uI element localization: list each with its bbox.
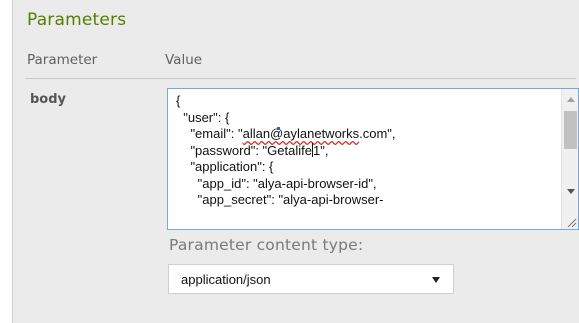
parameter-name: body bbox=[30, 92, 67, 107]
code-line: 1", bbox=[312, 142, 329, 158]
section-title: Parameters bbox=[27, 10, 127, 30]
code-line: "application": { bbox=[176, 159, 274, 174]
content-type-selected-value: application/json bbox=[181, 272, 271, 287]
body-json-content[interactable]: { "user": { "email": "allan@aylanetworks… bbox=[176, 93, 556, 209]
parameter-column-header: Parameter bbox=[27, 52, 98, 68]
code-line: "email": " bbox=[176, 126, 243, 141]
code-line: .com", bbox=[359, 126, 396, 141]
spellcheck-word: allan@aylanetworks bbox=[242, 126, 360, 141]
code-line: { bbox=[176, 93, 181, 108]
dropdown-arrow-icon bbox=[432, 277, 440, 283]
scroll-down-arrow-icon[interactable] bbox=[562, 183, 578, 199]
content-type-label: Parameter content type: bbox=[169, 236, 364, 254]
vertical-scrollbar[interactable] bbox=[561, 89, 578, 229]
code-line: "password": "Getalife bbox=[176, 142, 312, 158]
code-line: "app_id": "alya-api-browser-id", bbox=[176, 175, 377, 191]
cursor-dot bbox=[277, 127, 280, 130]
parameters-panel: Parameters Parameter Value body { "user"… bbox=[12, 0, 579, 323]
content-type-select[interactable]: application/json bbox=[168, 264, 454, 294]
scrollbar-thumb[interactable] bbox=[564, 111, 577, 149]
code-line: "user": { bbox=[176, 109, 230, 125]
body-textarea[interactable]: { "user": { "email": "allan@aylanetworks… bbox=[167, 88, 579, 230]
scroll-up-arrow-icon[interactable] bbox=[562, 91, 578, 107]
table-header-row: Parameter Value bbox=[25, 44, 576, 79]
resize-grip-icon[interactable] bbox=[565, 216, 577, 228]
value-column-header: Value bbox=[165, 52, 203, 68]
code-line: "app_secret": "alya-api-browser- bbox=[176, 192, 384, 207]
